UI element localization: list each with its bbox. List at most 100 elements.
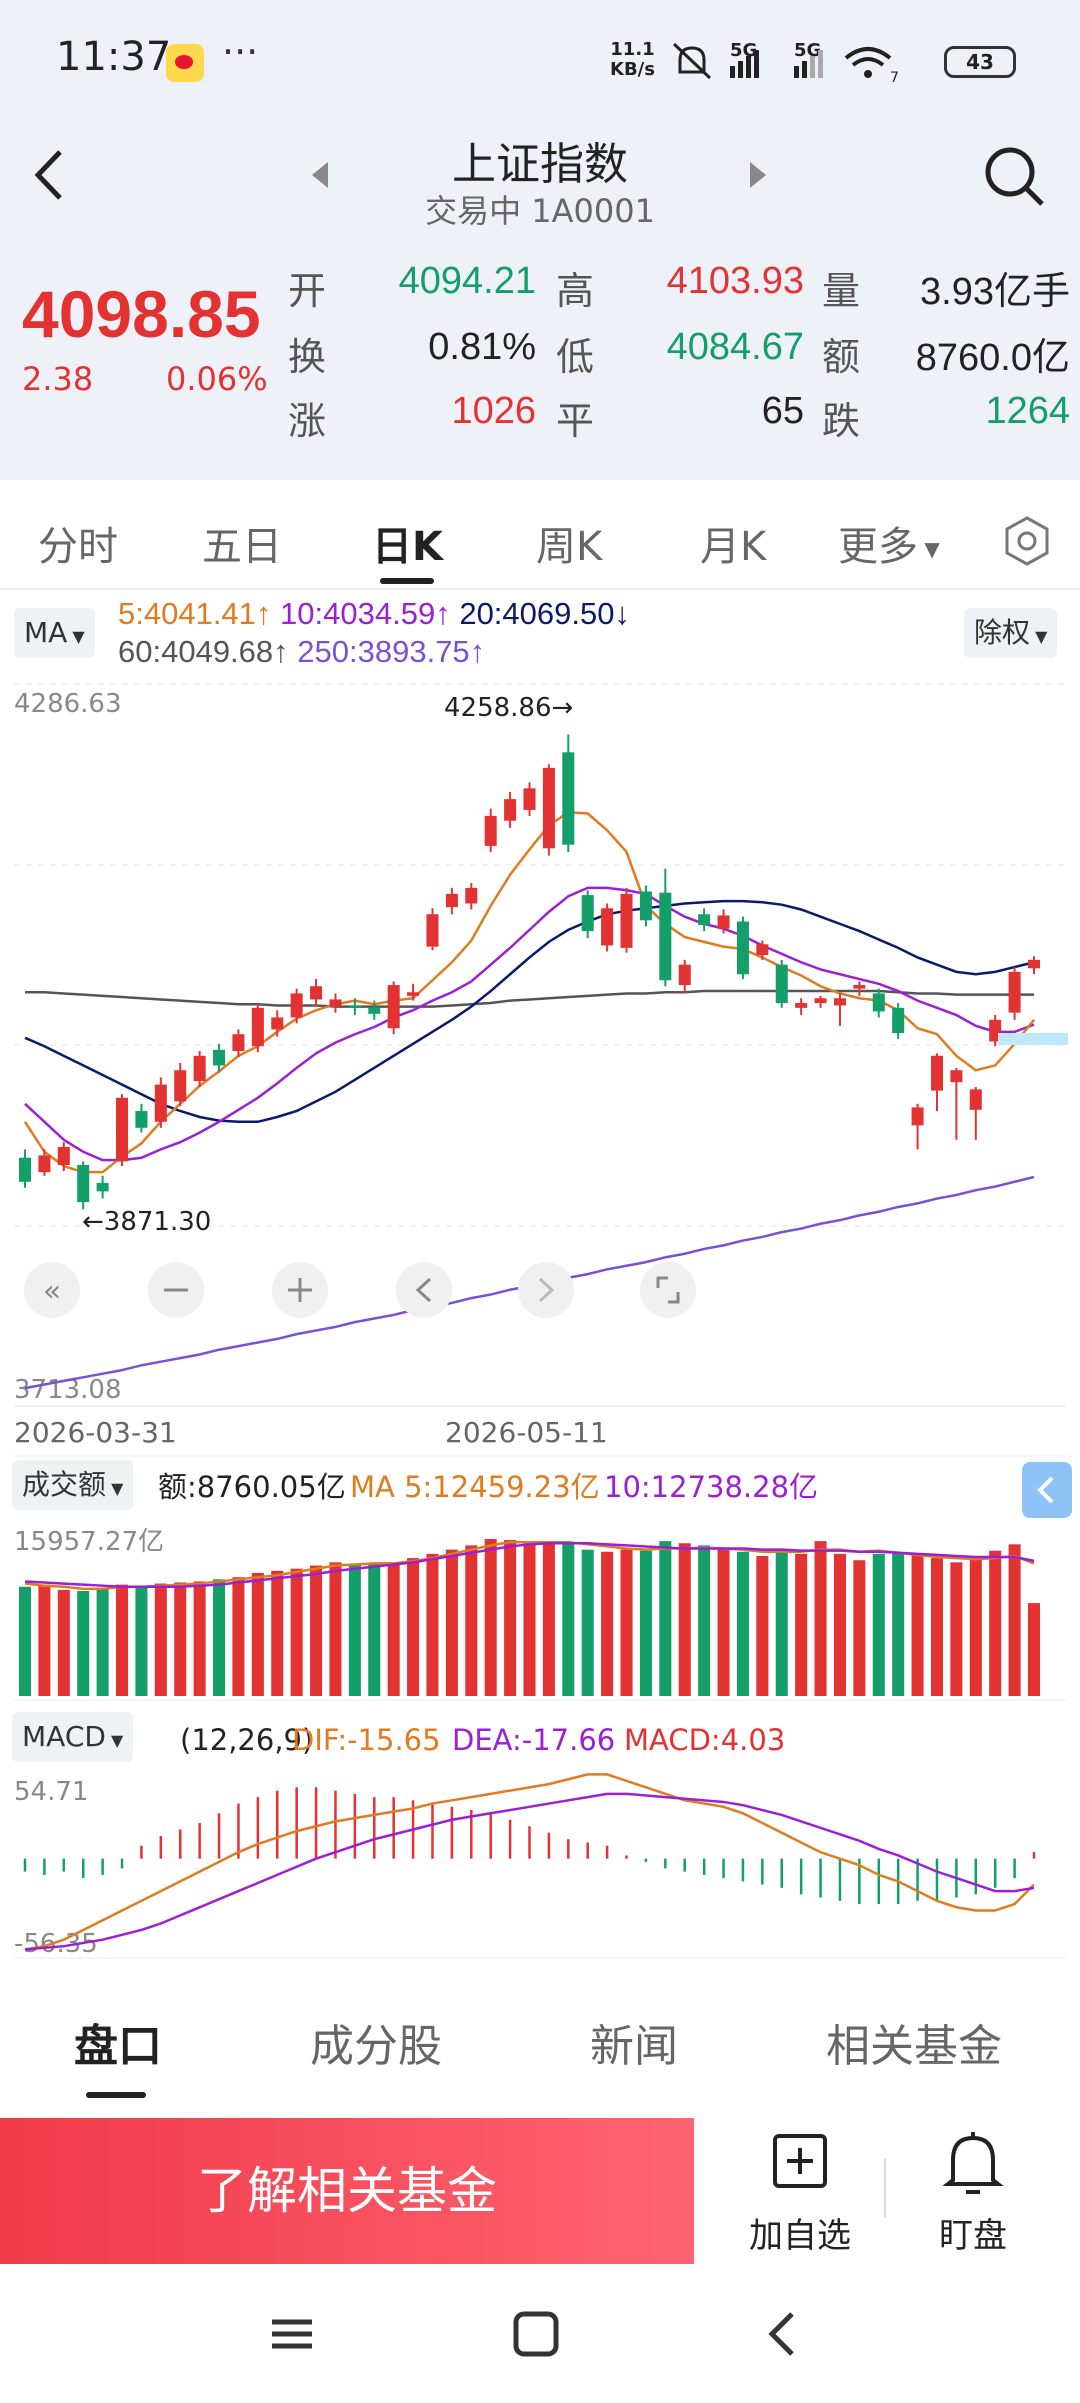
volume-bar — [271, 1570, 284, 1696]
menu-icon[interactable] — [272, 2319, 312, 2349]
tab-order-book[interactable]: 盘口 — [74, 2010, 162, 2074]
volume-bar — [717, 1549, 730, 1696]
tab-related-funds[interactable]: 相关基金 — [826, 2010, 1002, 2074]
volume-bar — [523, 1543, 536, 1696]
candle-body — [38, 1155, 51, 1173]
candle-body — [542, 767, 555, 849]
zoom-out-button[interactable] — [148, 1262, 204, 1318]
watch-alert-button[interactable]: 盯盘 — [908, 2128, 1038, 2258]
volume-bar — [484, 1539, 497, 1696]
add-watchlist-label: 加自选 — [749, 2216, 851, 2256]
candle-body — [290, 993, 303, 1018]
date-left-label: 2026-03-31 — [14, 1416, 177, 1449]
volume-bar — [504, 1540, 517, 1696]
candle-body — [445, 893, 458, 908]
volume-button-label: 成交额 — [22, 1468, 107, 1501]
candle-body — [1008, 971, 1021, 1013]
volume-bar — [96, 1587, 109, 1696]
candle-body — [310, 986, 323, 1000]
volume-bar — [407, 1558, 420, 1696]
volume-bar — [77, 1590, 90, 1696]
candle-body — [756, 944, 769, 956]
candle-body — [775, 964, 788, 1004]
candle-body — [601, 908, 614, 946]
volume-bar — [736, 1551, 749, 1696]
volume-bar — [756, 1555, 769, 1696]
y-max-label: 4286.63 — [14, 689, 122, 719]
fullscreen-button[interactable] — [640, 1262, 696, 1318]
zoom-in-button[interactable] — [272, 1262, 328, 1318]
scroll-right-button[interactable] — [518, 1262, 574, 1318]
candle-body — [833, 998, 846, 1006]
rewind-button[interactable]: « — [24, 1262, 80, 1318]
volume-bar — [116, 1584, 129, 1696]
action-bar: 了解相关基金 加自选 盯盘 — [0, 2118, 1080, 2264]
candle-body — [77, 1164, 90, 1203]
volume-bar — [911, 1554, 924, 1696]
candle-body — [465, 887, 478, 904]
volume-bar — [232, 1577, 245, 1696]
volume-bar — [213, 1579, 226, 1696]
candle-body — [174, 1070, 187, 1102]
candle-body — [523, 788, 536, 810]
volume-bar — [1027, 1603, 1041, 1696]
volume-bar — [795, 1553, 808, 1696]
active-detail-tab-indicator — [86, 2092, 146, 2098]
action-divider — [884, 2158, 886, 2218]
candle-body — [368, 1007, 381, 1014]
zoom-controls: « — [24, 1262, 696, 1318]
tab-news[interactable]: 新闻 — [590, 2010, 678, 2074]
volume-bar — [562, 1543, 575, 1696]
back-icon[interactable] — [768, 2312, 794, 2356]
tab-constituents[interactable]: 成分股 — [310, 2010, 442, 2074]
volume-bar — [426, 1553, 439, 1696]
macd-indicator-button[interactable]: MACD ▼ — [12, 1712, 134, 1762]
add-square-icon — [773, 2134, 827, 2188]
volume-bar — [989, 1550, 1002, 1696]
candle-body — [581, 895, 594, 932]
macd-button-label: MACD — [22, 1720, 106, 1753]
macd-dif: DIF:-15.65 — [292, 1723, 441, 1757]
low-annotation: ←3871.30 — [82, 1207, 211, 1237]
learn-funds-button[interactable]: 了解相关基金 — [0, 2118, 694, 2264]
high-annotation: 4258.86→ — [444, 693, 573, 723]
volume-bar — [775, 1552, 788, 1696]
volume-bar — [310, 1565, 323, 1696]
candle-body — [1027, 959, 1041, 969]
macd-value: MACD:4.03 — [624, 1723, 785, 1757]
candle-body — [116, 1097, 129, 1162]
side-panel-toggle[interactable] — [1022, 1462, 1072, 1518]
candle-body — [892, 1007, 905, 1034]
volume-bar — [872, 1553, 885, 1696]
home-icon[interactable] — [513, 2311, 559, 2357]
candle-body — [504, 799, 517, 821]
candle-body — [271, 1017, 284, 1030]
volume-indicator-button[interactable]: 成交额 ▼ — [12, 1460, 134, 1510]
candle-body — [18, 1157, 32, 1182]
candle-body — [736, 921, 749, 975]
volume-bar — [601, 1551, 614, 1696]
volume-bar — [57, 1589, 70, 1696]
volume-amount: 额:8760.05亿 — [158, 1470, 346, 1504]
candle-body — [814, 998, 827, 1004]
scroll-left-button[interactable] — [396, 1262, 452, 1318]
price-marker — [998, 1033, 1068, 1045]
candle-body — [57, 1146, 70, 1165]
volume-bar — [542, 1543, 555, 1696]
volume-bar — [678, 1543, 691, 1696]
candle-body — [407, 992, 420, 996]
volume-bar — [950, 1562, 963, 1696]
volume-bars — [18, 1539, 1041, 1696]
add-watchlist-button[interactable]: 加自选 — [735, 2128, 865, 2258]
watch-alert-label: 盯盘 — [939, 2216, 1007, 2256]
system-nav-bar — [0, 2264, 1080, 2403]
candle-body — [950, 1070, 963, 1083]
candle-body — [911, 1107, 924, 1126]
candle-body — [329, 999, 342, 1007]
candle-body — [348, 1005, 361, 1008]
candle-body — [659, 892, 672, 981]
candle-body — [387, 985, 400, 1029]
date-mid-label: 2026-05-11 — [445, 1416, 608, 1449]
volume-ma5: MA 5:12459.23亿 — [350, 1470, 600, 1504]
candle-body — [96, 1182, 109, 1192]
